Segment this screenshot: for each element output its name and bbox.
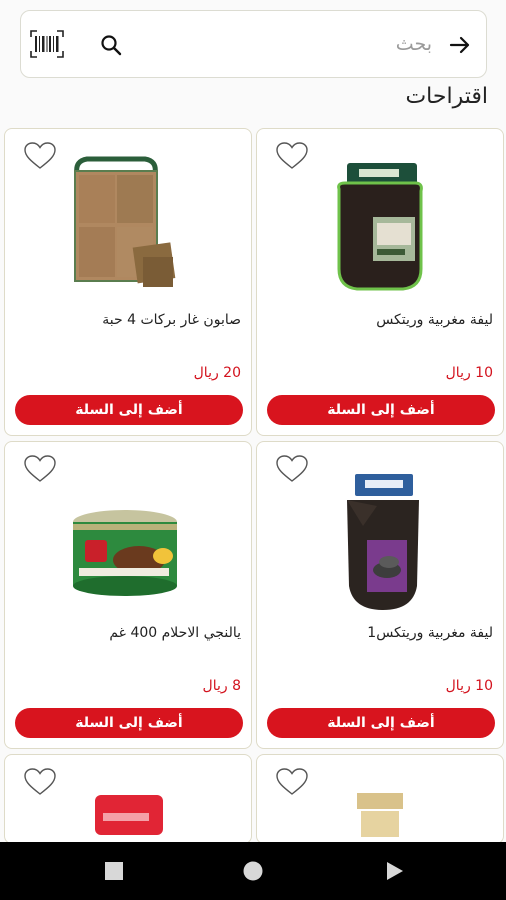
heart-icon[interactable] bbox=[275, 454, 309, 484]
product-price: 10 ريال bbox=[445, 678, 493, 694]
heart-icon[interactable] bbox=[275, 767, 309, 797]
product-image-loofah-2 bbox=[347, 474, 419, 610]
product-image-can bbox=[73, 510, 177, 596]
product-card[interactable]: ليفة مغربية وريتكس1 10 ريال أضف إلى السل… bbox=[256, 441, 504, 749]
search-icon[interactable] bbox=[99, 33, 123, 57]
product-card[interactable] bbox=[4, 754, 252, 844]
product-card[interactable]: ليفة مغربية وريتكس 10 ريال أضف إلى السلة bbox=[256, 128, 504, 436]
search-bar[interactable]: بحث bbox=[20, 10, 487, 78]
product-image-partial bbox=[95, 795, 163, 835]
nav-triangle-icon[interactable] bbox=[386, 861, 404, 881]
add-to-cart-button[interactable]: أضف إلى السلة bbox=[267, 395, 495, 425]
heart-icon[interactable] bbox=[23, 141, 57, 171]
heart-icon[interactable] bbox=[275, 141, 309, 171]
nav-circle-icon[interactable] bbox=[243, 861, 263, 881]
product-image-soap bbox=[74, 156, 176, 287]
add-to-cart-button[interactable]: أضف إلى السلة bbox=[15, 708, 243, 738]
heart-icon[interactable] bbox=[23, 767, 57, 797]
product-name: ليفة مغربية وريتكس1 bbox=[367, 625, 493, 641]
product-price: 20 ريال bbox=[193, 365, 241, 381]
nav-square-icon[interactable] bbox=[104, 861, 124, 881]
product-image-loofah bbox=[337, 163, 423, 291]
product-price: 8 ريال bbox=[202, 678, 241, 694]
barcode-icon[interactable] bbox=[29, 29, 65, 59]
section-title: اقتراحات bbox=[405, 84, 488, 109]
add-to-cart-button[interactable]: أضف إلى السلة bbox=[267, 708, 495, 738]
product-card[interactable]: يالنجي الاحلام 400 غم 8 ريال أضف إلى الس… bbox=[4, 441, 252, 749]
product-name: صابون غار بركات 4 حبة bbox=[102, 312, 241, 328]
add-to-cart-button[interactable]: أضف إلى السلة bbox=[15, 395, 243, 425]
heart-icon[interactable] bbox=[23, 454, 57, 484]
search-input[interactable]: بحث bbox=[396, 33, 432, 55]
product-card[interactable]: صابون غار بركات 4 حبة 20 ريال أضف إلى ال… bbox=[4, 128, 252, 436]
product-card[interactable] bbox=[256, 754, 504, 844]
product-name: ليفة مغربية وريتكس bbox=[376, 312, 493, 328]
system-nav-bar bbox=[0, 842, 506, 900]
product-image-partial bbox=[357, 793, 403, 837]
arrow-right-icon[interactable] bbox=[448, 33, 472, 57]
product-price: 10 ريال bbox=[445, 365, 493, 381]
product-name: يالنجي الاحلام 400 غم bbox=[109, 625, 241, 641]
